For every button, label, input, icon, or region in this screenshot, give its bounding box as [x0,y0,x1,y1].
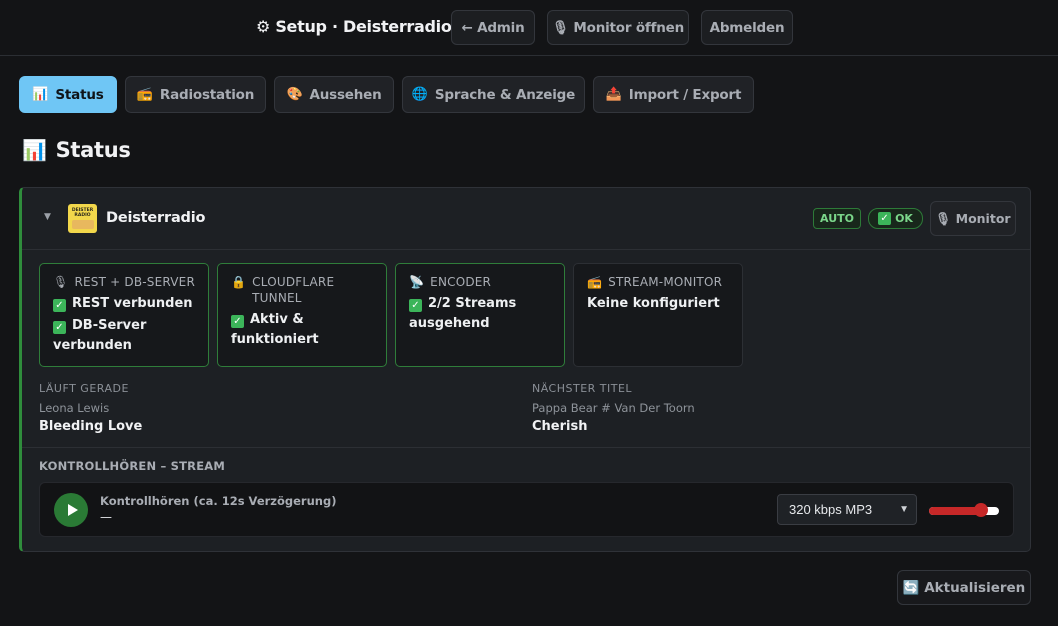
now-playing-artist: Leona Lewis [39,401,110,415]
logout-button[interactable]: Abmelden [701,10,793,45]
station-panel: ▼ DEISTER RADIO Deisterradio AUTO ✓ OK 🎙… [19,187,1031,552]
tab-sprache-anzeige[interactable]: 🌐 Sprache & Anzeige [402,76,585,113]
monitoring-label: KONTROLLHÖREN – STREAM [39,459,226,473]
globe-icon: 🌐 [411,87,428,102]
tab-aussehen[interactable]: 🎨 Aussehen [274,76,394,113]
tab-label: Radiostation [159,86,255,103]
card-line: ✓ DB-Server verbunden [53,318,147,353]
tab-status[interactable]: 📊 Status [19,76,117,113]
next-track-title: Cherish [532,419,588,434]
top-bar: ⚙ Setup · Deisterradio ← Admin 🎙 Monitor… [0,0,1058,56]
auto-badge: AUTO [813,208,861,229]
section-heading: 📊 Status [22,138,131,162]
station-logo: DEISTER RADIO [68,204,97,233]
next-track-artist: Pappa Bear # Van Der Toorn [532,401,695,415]
satellite-icon: 📡 [409,275,425,289]
player-status: — [100,510,112,524]
now-playing-label: LÄUFT GERADE [39,382,129,395]
check-icon: ✓ [878,212,892,225]
volume-slider[interactable] [929,502,999,518]
quality-select[interactable]: 320 kbps MP3 ▼ [777,494,917,525]
open-monitor-button[interactable]: 🎙 Monitor öffnen [547,10,689,45]
palette-icon: 🎨 [286,87,303,102]
microphone-icon: 🎙 [53,275,69,289]
card-title: 📡 ENCODER [409,275,492,289]
status-card-stream-monitor: 📻 STREAM-MONITOR Keine konfiguriert [573,263,743,367]
tab-label: Aussehen [309,86,382,103]
station-name: Deisterradio [106,210,206,226]
page-title: ⚙ Setup · Deisterradio [256,17,452,36]
lock-icon: 🔒 [231,275,247,289]
ok-badge: ✓ OK [868,208,923,229]
tab-label: Sprache & Anzeige [434,86,576,103]
divider [22,447,1030,448]
section-title: Status [55,138,131,162]
refresh-button[interactable]: 🔄 Aktualisieren [897,570,1031,605]
radio-icon: 📻 [587,275,603,289]
check-icon: ✓ [53,299,66,312]
check-icon: ✓ [231,315,244,328]
slider-thumb[interactable] [974,503,988,517]
tab-label: Import / Export [628,86,742,103]
radio-icon: 📻 [136,87,153,102]
card-line: ✓ REST verbunden [53,294,195,314]
chart-icon: 📊 [22,138,47,162]
now-playing-title: Bleeding Love [39,419,143,434]
tab-radiostation[interactable]: 📻 Radiostation [125,76,266,113]
export-icon: 📤 [605,87,622,102]
tab-label: Status [55,86,104,103]
card-line: ✓ 2/2 Streams ausgehend [409,296,517,331]
logo-faces [71,220,94,229]
tab-import-export[interactable]: 📤 Import / Export [593,76,754,113]
status-card-cloudflare: 🔒 CLOUDFLARE TUNNEL ✓ Aktiv & funktionier… [217,263,387,367]
stream-player: Kontrollhören (ca. 12s Verzögerung) — 32… [39,482,1014,537]
status-card-encoder: 📡 ENCODER ✓ 2/2 Streams ausgehend [395,263,565,367]
next-track-label: NÄCHSTER TITEL [532,382,633,395]
station-panel-header[interactable]: ▼ DEISTER RADIO Deisterradio AUTO ✓ OK 🎙… [22,188,1030,250]
card-title: 📻 STREAM-MONITOR [587,275,723,289]
check-icon: ✓ [53,321,66,334]
chevron-down-icon: ▼ [899,504,909,515]
status-card-rest: 🎙 REST + DB-SERVER ✓ REST verbunden ✓ DB-S… [39,263,209,367]
card-line: ✓ Aktiv & funktioniert [231,312,319,347]
collapse-caret-icon[interactable]: ▼ [44,212,51,222]
player-title: Kontrollhören (ca. 12s Verzögerung) [100,494,337,508]
chart-icon: 📊 [32,87,49,102]
play-button[interactable] [54,493,88,527]
monitor-button[interactable]: 🎙 Monitor [930,201,1016,236]
card-title: 🎙 REST + DB-SERVER [53,275,196,289]
card-title: 🔒 CLOUDFLARE TUNNEL [231,275,335,305]
play-icon [67,504,78,516]
check-icon: ✓ [409,299,422,312]
card-line: Keine konfiguriert [587,296,720,311]
admin-button[interactable]: ← Admin [451,10,535,45]
